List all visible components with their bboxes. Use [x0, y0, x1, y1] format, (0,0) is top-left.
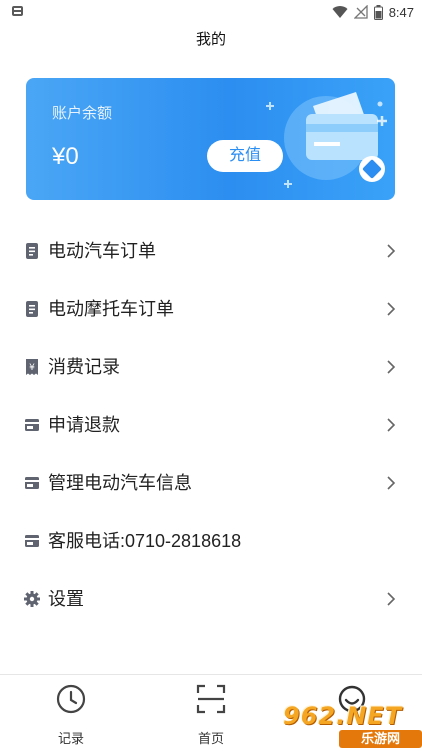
menu-item-label: 电动摩托车订单: [48, 299, 174, 319]
balance-card: 账户余额 ¥0 充值: [26, 78, 395, 200]
smile-icon: [336, 683, 368, 715]
wallet-illustration-icon: [258, 84, 395, 200]
chevron-right-icon: [386, 302, 396, 316]
page-title: 我的: [195, 31, 226, 48]
balance-amount: ¥0: [52, 143, 79, 170]
menu-item-label: 消费记录: [48, 357, 120, 377]
menu-item-ev-orders[interactable]: 电动汽车订单: [0, 222, 422, 280]
menu-item-consumption-records[interactable]: ¥ 消费记录: [0, 338, 422, 396]
nav-tab-home[interactable]: 首页: [166, 675, 256, 751]
document-icon: [24, 242, 40, 260]
chevron-right-icon: [386, 592, 396, 606]
battery-icon: [373, 4, 383, 20]
signal-icon: [353, 5, 368, 19]
recharge-button[interactable]: 充值: [207, 140, 283, 172]
refund-icon: [24, 416, 40, 434]
card-icon: [24, 532, 40, 550]
menu-item-label: 设置: [48, 589, 84, 609]
nav-label: 首页: [197, 731, 224, 746]
chevron-right-icon: [386, 360, 396, 374]
document-icon: [24, 300, 40, 318]
receipt-icon: ¥: [24, 358, 40, 376]
svg-text:¥: ¥: [29, 363, 35, 373]
balance-label: 账户余额: [52, 105, 113, 122]
card-icon: [24, 474, 40, 492]
clock-icon: [55, 683, 87, 715]
status-time: 8:47: [388, 4, 414, 20]
nav-tab-records[interactable]: 记录: [26, 675, 116, 751]
wifi-icon: [332, 5, 348, 19]
menu-item-refund[interactable]: 申请退款: [0, 396, 422, 454]
status-bar: 8:47: [0, 0, 422, 24]
menu-item-motorcycle-orders[interactable]: 电动摩托车订单: [0, 280, 422, 338]
chevron-right-icon: [386, 418, 396, 432]
menu-item-customer-service-phone[interactable]: 客服电话:0710-2818618: [0, 512, 422, 570]
chevron-right-icon: [386, 244, 396, 258]
menu-item-label: 管理电动汽车信息: [48, 473, 192, 493]
bottom-nav: 记录 首页 我的: [0, 674, 422, 751]
chevron-right-icon: [386, 476, 396, 490]
nav-label: 记录: [57, 731, 84, 746]
menu-item-label: 申请退款: [48, 415, 120, 435]
nav-tab-mine[interactable]: 我的: [307, 675, 397, 751]
menu-list: 电动汽车订单 电动摩托车订单 ¥ 消费记录 申请退款 管理电动汽车信息 客服电话…: [0, 222, 422, 628]
menu-item-settings[interactable]: 设置: [0, 570, 422, 628]
gear-icon: [24, 590, 40, 608]
menu-item-manage-ev-info[interactable]: 管理电动汽车信息: [0, 454, 422, 512]
sim-icon: [12, 6, 23, 16]
menu-item-label: 电动汽车订单: [48, 241, 156, 261]
scan-icon: [195, 683, 227, 715]
nav-label: 我的: [338, 731, 365, 746]
menu-item-label: 客服电话:0710-2818618: [48, 531, 242, 551]
